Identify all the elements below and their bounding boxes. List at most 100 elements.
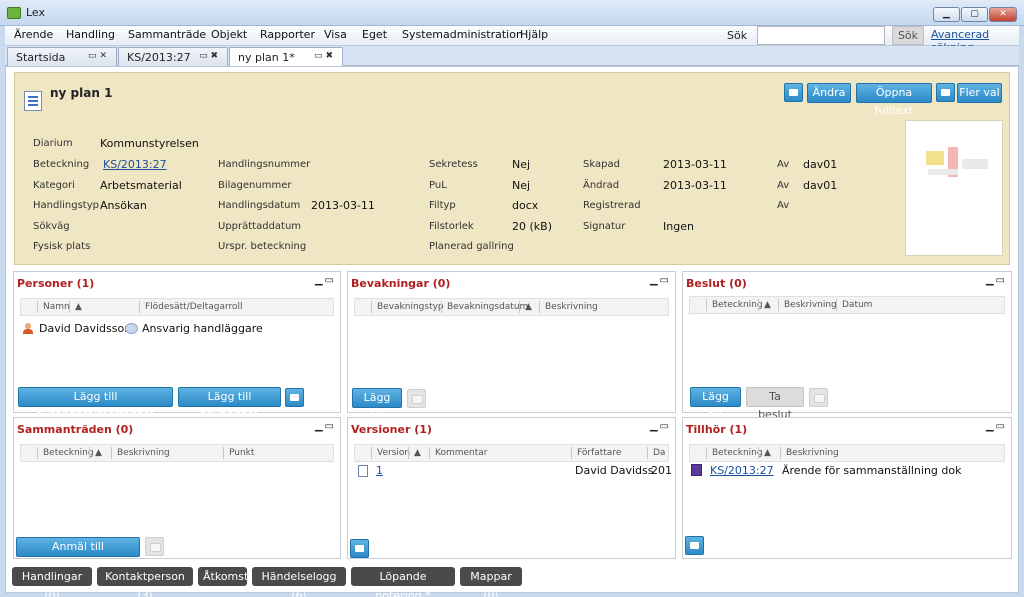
grid-header: Beteckning ▲ Beskrivning (689, 444, 1005, 462)
field-label: Filstorlek (429, 221, 474, 232)
panel-window-controls-icon[interactable]: ▁▭ (986, 275, 1007, 286)
main-frame: ny plan 1 Ändra Öppna fulltext Fler val … (5, 66, 1019, 597)
column-header-datum[interactable]: Datum (835, 299, 872, 311)
bottom-tab-atkomst[interactable]: Åtkomst (198, 567, 248, 586)
print-icon (145, 537, 164, 556)
column-header-beteckning[interactable]: Beteckning (37, 447, 94, 459)
minimize-icon[interactable]: ▁ (933, 7, 960, 22)
add-decision-button[interactable]: Lägg till (690, 387, 741, 421)
menu-arende[interactable]: Ärende (14, 28, 53, 41)
search-label: Sök (727, 29, 748, 42)
bottom-tab-handlingar[interactable]: Handlingar (0) (12, 567, 92, 597)
grid-header: Bevakningstyp Bevakningsdatum ▲ Beskrivn… (354, 298, 669, 316)
tab-ks-2013-27[interactable]: KS/2013:27 ▭✖ (118, 47, 228, 66)
field-label: Kategori (33, 180, 75, 191)
panel-title: Tillhör (1) (686, 423, 748, 436)
register-to-meeting-button[interactable]: Anmäl till sammanträde (16, 537, 140, 571)
column-header-bevakningsdatum[interactable]: Bevakningsdatum (440, 301, 528, 313)
column-header-forfattare[interactable]: Författare (570, 447, 621, 459)
panel-window-controls-icon[interactable]: ▁▭ (315, 275, 336, 286)
column-header-roll[interactable]: Flödesätt/Deltagarroll (139, 301, 243, 313)
tab-startsida[interactable]: Startsida ▭✕ (7, 47, 117, 66)
print-icon[interactable] (936, 83, 955, 102)
menu-eget[interactable]: Eget (362, 28, 387, 41)
document-thumbnail[interactable] (905, 120, 1003, 256)
person-name[interactable]: David Davidsson (39, 322, 131, 335)
column-header-version[interactable]: Version (370, 447, 410, 459)
panel-window-controls-icon[interactable]: ▁▭ (986, 421, 1007, 432)
panel-sammantraden: Sammanträden (0) ▁▭ Beteckning ▲ Beskriv… (13, 417, 341, 571)
sort-asc-icon: ▲ (69, 301, 82, 313)
bottom-tab-kontaktperson[interactable]: Kontaktperson (3) (97, 567, 193, 597)
tab-controls-icon[interactable]: ▭✖ (199, 51, 221, 61)
menu-rapporter[interactable]: Rapporter (260, 28, 315, 41)
grid-header: Namn ▲ Flödesätt/Deltagarroll (20, 298, 334, 316)
maximize-icon[interactable]: ▢ (961, 7, 988, 22)
bottom-tab-handelselogg[interactable]: Händelselogg (6) (252, 567, 346, 597)
refresh-icon[interactable] (784, 83, 803, 102)
field-label: Signatur (583, 221, 626, 232)
panel-beslut: Beslut (0) ▁▭ Beteckning ▲ Beskrivning D… (682, 271, 1012, 421)
panel-window-controls-icon[interactable]: ▁▭ (315, 421, 336, 432)
sort-asc-icon: ▲ (519, 301, 532, 313)
panel-tillhor: Tillhör (1) ▁▭ Beteckning ▲ Beskrivning … (682, 417, 1012, 559)
person-role: Ansvarig handläggare (142, 322, 263, 335)
column-header-beskrivning[interactable]: Beskrivning (539, 301, 598, 313)
menu-objekt[interactable]: Objekt (211, 28, 247, 41)
bottom-tab-lopande-notering[interactable]: Löpande notering * (351, 567, 455, 597)
add-user-button[interactable]: Lägg till användare (178, 387, 281, 421)
column-header-beskrivning[interactable]: Beskrivning (111, 447, 170, 459)
print-icon[interactable] (350, 539, 369, 558)
more-options-button[interactable]: Fler val (957, 83, 1002, 103)
menu-hjalp[interactable]: Hjälp (520, 28, 548, 41)
tab-bar: Startsida ▭✕ KS/2013:27 ▭✖ ny plan 1* ▭✖ (5, 46, 1019, 67)
panel-personer: Personer (1) ▁▭ Namn ▲ Flödesätt/Deltaga… (13, 271, 341, 421)
print-icon[interactable] (285, 388, 304, 407)
panel-title: Personer (1) (17, 277, 95, 290)
column-header-datum[interactable]: Da (646, 447, 665, 459)
person-icon (23, 323, 33, 334)
add-sender-recipient-button[interactable]: Lägg till avsändare/mottagare (18, 387, 173, 421)
tab-ny-plan-1[interactable]: ny plan 1* ▭✖ (229, 47, 343, 67)
column-header-punkt[interactable]: Punkt (222, 447, 254, 459)
column-header-kommentar[interactable]: Kommentar (428, 447, 487, 459)
search-input[interactable] (757, 26, 885, 45)
menu-sammantrade[interactable]: Sammanträde (128, 28, 206, 41)
field-label: Fysisk plats (33, 241, 91, 252)
tab-label: ny plan 1* (238, 51, 295, 64)
menu-handling[interactable]: Handling (66, 28, 115, 41)
bottom-tab-mappar[interactable]: Mappar (0) (460, 567, 522, 597)
column-header-bevakningstyp[interactable]: Bevakningstyp (371, 301, 444, 313)
diarium-value: Kommunstyrelsen (100, 137, 199, 150)
print-icon[interactable] (685, 536, 704, 555)
column-header-namn[interactable]: Namn (37, 301, 70, 313)
panel-title: Versioner (1) (351, 423, 432, 436)
take-decision-button: Ta beslut (746, 387, 804, 421)
title-bar: Lex ▁ ▢ ✕ (0, 0, 1024, 26)
sort-asc-icon: ▲ (758, 299, 771, 311)
panel-window-controls-icon[interactable]: ▁▭ (650, 421, 671, 432)
beteckning-link[interactable]: KS/2013:27 (103, 158, 167, 171)
field-label: Handlingsnummer (218, 159, 311, 170)
version-link[interactable]: 1 (376, 464, 383, 477)
tillhor-beskrivning: Ärende för sammanställning dok (782, 464, 962, 477)
panel-window-controls-icon[interactable]: ▁▭ (650, 275, 671, 286)
close-icon[interactable]: ✕ (989, 7, 1017, 22)
add-watch-button[interactable]: Lägg till (352, 388, 402, 422)
edit-button[interactable]: Ändra (807, 83, 851, 103)
tab-controls-icon[interactable]: ▭✕ (88, 51, 110, 61)
column-header-beteckning[interactable]: Beteckning (706, 299, 763, 311)
column-header-beskrivning[interactable]: Beskrivning (780, 447, 839, 459)
menu-visa[interactable]: Visa (324, 28, 347, 41)
skapad-av-value: dav01 (803, 158, 838, 171)
tab-controls-icon[interactable]: ▭✖ (314, 51, 336, 61)
column-header-beskrivning[interactable]: Beskrivning (778, 299, 837, 311)
menu-systemadministration[interactable]: Systemadministration (402, 28, 523, 41)
andrad-value: 2013-03-11 (663, 179, 727, 192)
search-button[interactable]: Sök (892, 26, 924, 45)
field-label: Registrerad (583, 200, 641, 211)
tab-label: KS/2013:27 (127, 51, 191, 64)
open-fulltext-button[interactable]: Öppna fulltext (856, 83, 932, 117)
tillhor-beteckning-link[interactable]: KS/2013:27 (710, 464, 774, 477)
column-header-beteckning[interactable]: Beteckning (706, 447, 763, 459)
